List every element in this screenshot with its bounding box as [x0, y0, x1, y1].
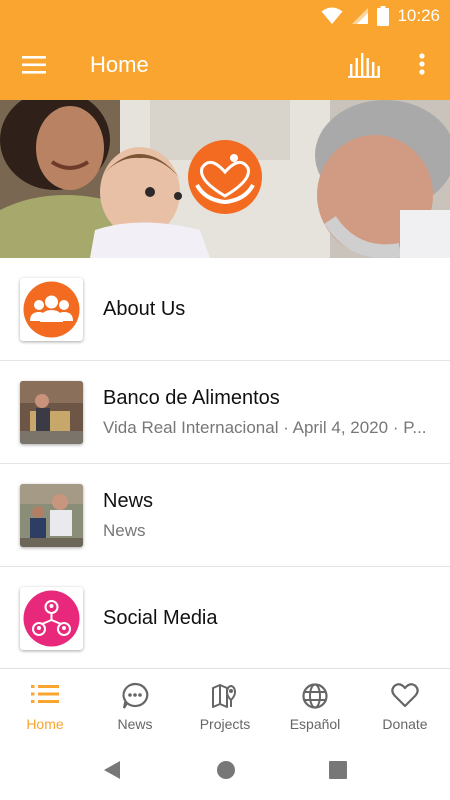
nav-news[interactable]: News	[90, 669, 180, 740]
news-thumbnail	[20, 484, 83, 547]
app-bar: Home	[0, 32, 450, 100]
list-item-news[interactable]: News News	[0, 464, 450, 567]
list-item-title: News	[103, 489, 154, 512]
list-icon	[31, 685, 59, 703]
list-item-title: Banco de Alimentos	[103, 386, 280, 409]
hero-image	[0, 100, 450, 258]
menu-icon[interactable]	[22, 54, 48, 76]
nav-label: Home	[26, 716, 64, 732]
list-item-about-us[interactable]: About Us	[0, 258, 450, 361]
list-item-banco-de-alimentos[interactable]: Banco de Alimentos Vida Real Internacion…	[0, 361, 450, 464]
list-item-social-media[interactable]: Social Media	[0, 567, 450, 670]
list-item-subtitle: Vida Real Internacional · April 4, 2020 …	[103, 417, 427, 437]
recents-icon[interactable]	[328, 760, 348, 780]
list-item-subtitle: News	[103, 520, 146, 540]
list-item-title: Social Media	[103, 606, 218, 629]
signal-icon	[352, 8, 369, 24]
list-item-title: About Us	[103, 297, 186, 320]
system-navigation	[0, 740, 450, 800]
nav-label: Donate	[382, 716, 428, 732]
chat-bubble-icon	[122, 682, 149, 709]
nav-espanol[interactable]: Español	[270, 669, 360, 740]
more-vert-icon[interactable]	[412, 50, 432, 80]
nav-label: Español	[289, 716, 341, 732]
bottom-navigation: Home News Projects Español Donate	[0, 668, 450, 740]
nav-projects[interactable]: Projects	[180, 669, 270, 740]
content-list: About Us Banco de Alimentos Vida Real In…	[0, 258, 450, 670]
nav-label: Projects	[199, 716, 251, 732]
nav-donate[interactable]: Donate	[360, 669, 450, 740]
social-media-thumbnail	[20, 587, 83, 650]
status-time: 10:26	[397, 6, 440, 25]
globe-icon	[302, 683, 328, 709]
nav-label: News	[117, 716, 153, 732]
home-circle-icon[interactable]	[216, 760, 236, 780]
heart-icon	[391, 683, 419, 708]
nav-home[interactable]: Home	[0, 669, 90, 740]
banco-thumbnail	[20, 381, 83, 444]
map-pin-icon	[212, 684, 236, 708]
people-group-icon	[23, 281, 80, 338]
status-bar: 10:26	[0, 0, 450, 32]
back-icon[interactable]	[102, 760, 122, 780]
audio-bars-icon[interactable]	[348, 52, 380, 78]
wifi-icon	[321, 7, 343, 24]
battery-icon	[377, 6, 390, 26]
about-us-thumbnail	[20, 278, 83, 341]
page-title: Home	[90, 52, 149, 77]
